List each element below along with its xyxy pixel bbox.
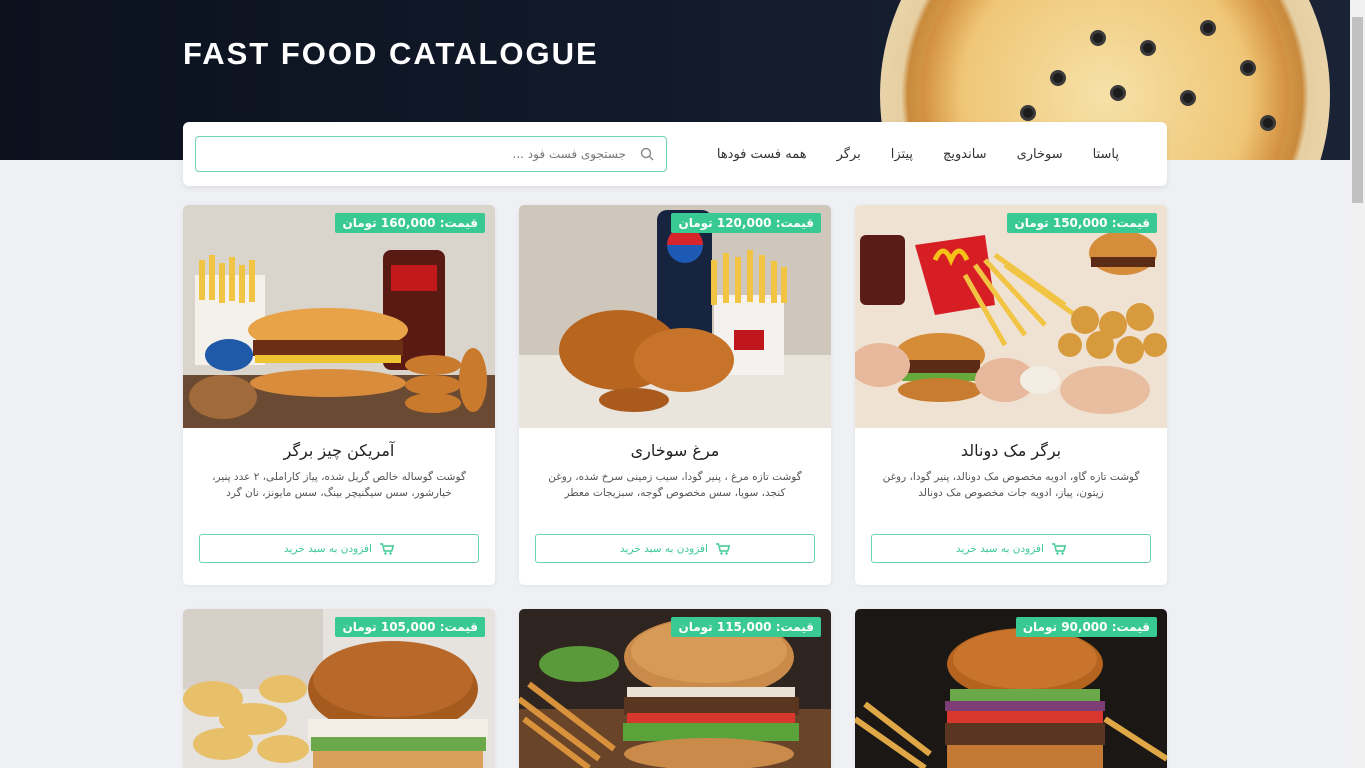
product-card-4: قیمت: 105,000 تومان bbox=[183, 609, 495, 768]
product-image: قیمت: 160,000 تومان bbox=[183, 205, 495, 428]
nav-item-sandwich[interactable]: ساندویچ bbox=[943, 147, 987, 162]
product-title: مرغ سوخاری bbox=[630, 441, 720, 460]
product-card-fried-chicken: قیمت: 120,000 تومان مرغ سوخاری گوشت تازه… bbox=[519, 205, 831, 585]
cart-icon bbox=[1051, 542, 1066, 555]
product-image: قیمت: 115,000 تومان bbox=[519, 609, 831, 768]
category-navbar: همه فست فودها برگر پیتزا ساندویچ سوخاری … bbox=[183, 122, 1167, 186]
site-title: FAST FOOD CATALOGUE bbox=[183, 36, 599, 71]
search-icon[interactable] bbox=[640, 147, 654, 161]
add-to-cart-label: افزودن به سبد خرید bbox=[620, 542, 708, 555]
nav-item-all[interactable]: همه فست فودها bbox=[717, 147, 807, 162]
product-description: گوشت گوساله خالص گریل شده، پیاز کاراملی،… bbox=[212, 471, 466, 499]
product-card-mcdonalds-burger: قیمت: 150,000 تومان برگر مک دونالد گوشت … bbox=[855, 205, 1167, 585]
product-description: گوشت تازه مرغ ، پنیر گودا، سیب زمینی سرخ… bbox=[548, 471, 802, 499]
page-scrollbar[interactable] bbox=[1350, 0, 1365, 768]
cart-icon bbox=[715, 542, 730, 555]
product-image: قیمت: 105,000 تومان bbox=[183, 609, 495, 768]
add-to-cart-button[interactable]: افزودن به سبد خرید bbox=[199, 534, 479, 563]
add-to-cart-label: افزودن به سبد خرید bbox=[956, 542, 1044, 555]
search-input[interactable] bbox=[206, 137, 626, 171]
nav-item-pasta[interactable]: پاستا bbox=[1093, 147, 1119, 162]
search-box bbox=[195, 136, 667, 172]
category-nav: همه فست فودها برگر پیتزا ساندویچ سوخاری … bbox=[717, 122, 1119, 186]
product-title: آمریکن چیز برگر bbox=[283, 441, 395, 460]
nav-item-burger[interactable]: برگر bbox=[837, 147, 861, 162]
product-image: قیمت: 90,000 تومان bbox=[855, 609, 1167, 768]
price-badge: قیمت: 120,000 تومان bbox=[671, 213, 821, 233]
cart-icon bbox=[379, 542, 394, 555]
scrollbar-thumb[interactable] bbox=[1352, 17, 1363, 203]
add-to-cart-label: افزودن به سبد خرید bbox=[284, 542, 372, 555]
price-badge: قیمت: 150,000 تومان bbox=[1007, 213, 1157, 233]
product-title: برگر مک دونالد bbox=[960, 441, 1062, 460]
add-to-cart-button[interactable]: افزودن به سبد خرید bbox=[871, 534, 1151, 563]
product-card-6: قیمت: 90,000 تومان bbox=[855, 609, 1167, 768]
product-image: قیمت: 120,000 تومان bbox=[519, 205, 831, 428]
nav-item-fried[interactable]: سوخاری bbox=[1017, 147, 1063, 162]
price-badge: قیمت: 105,000 تومان bbox=[335, 617, 485, 637]
price-badge: قیمت: 115,000 تومان bbox=[671, 617, 821, 637]
price-badge: قیمت: 90,000 تومان bbox=[1015, 617, 1157, 637]
nav-item-pizza[interactable]: پیتزا bbox=[891, 147, 913, 162]
product-card-5: قیمت: 115,000 تومان bbox=[519, 609, 831, 768]
product-description: گوشت تازه گاو، ادویه مخصوص مک دونالد، پن… bbox=[882, 471, 1140, 499]
product-image: قیمت: 150,000 تومان bbox=[855, 205, 1167, 428]
product-card-american-cheese-burger: قیمت: 160,000 تومان آمریکن چیز برگر گوشت… bbox=[183, 205, 495, 585]
add-to-cart-button[interactable]: افزودن به سبد خرید bbox=[535, 534, 815, 563]
price-badge: قیمت: 160,000 تومان bbox=[335, 213, 485, 233]
